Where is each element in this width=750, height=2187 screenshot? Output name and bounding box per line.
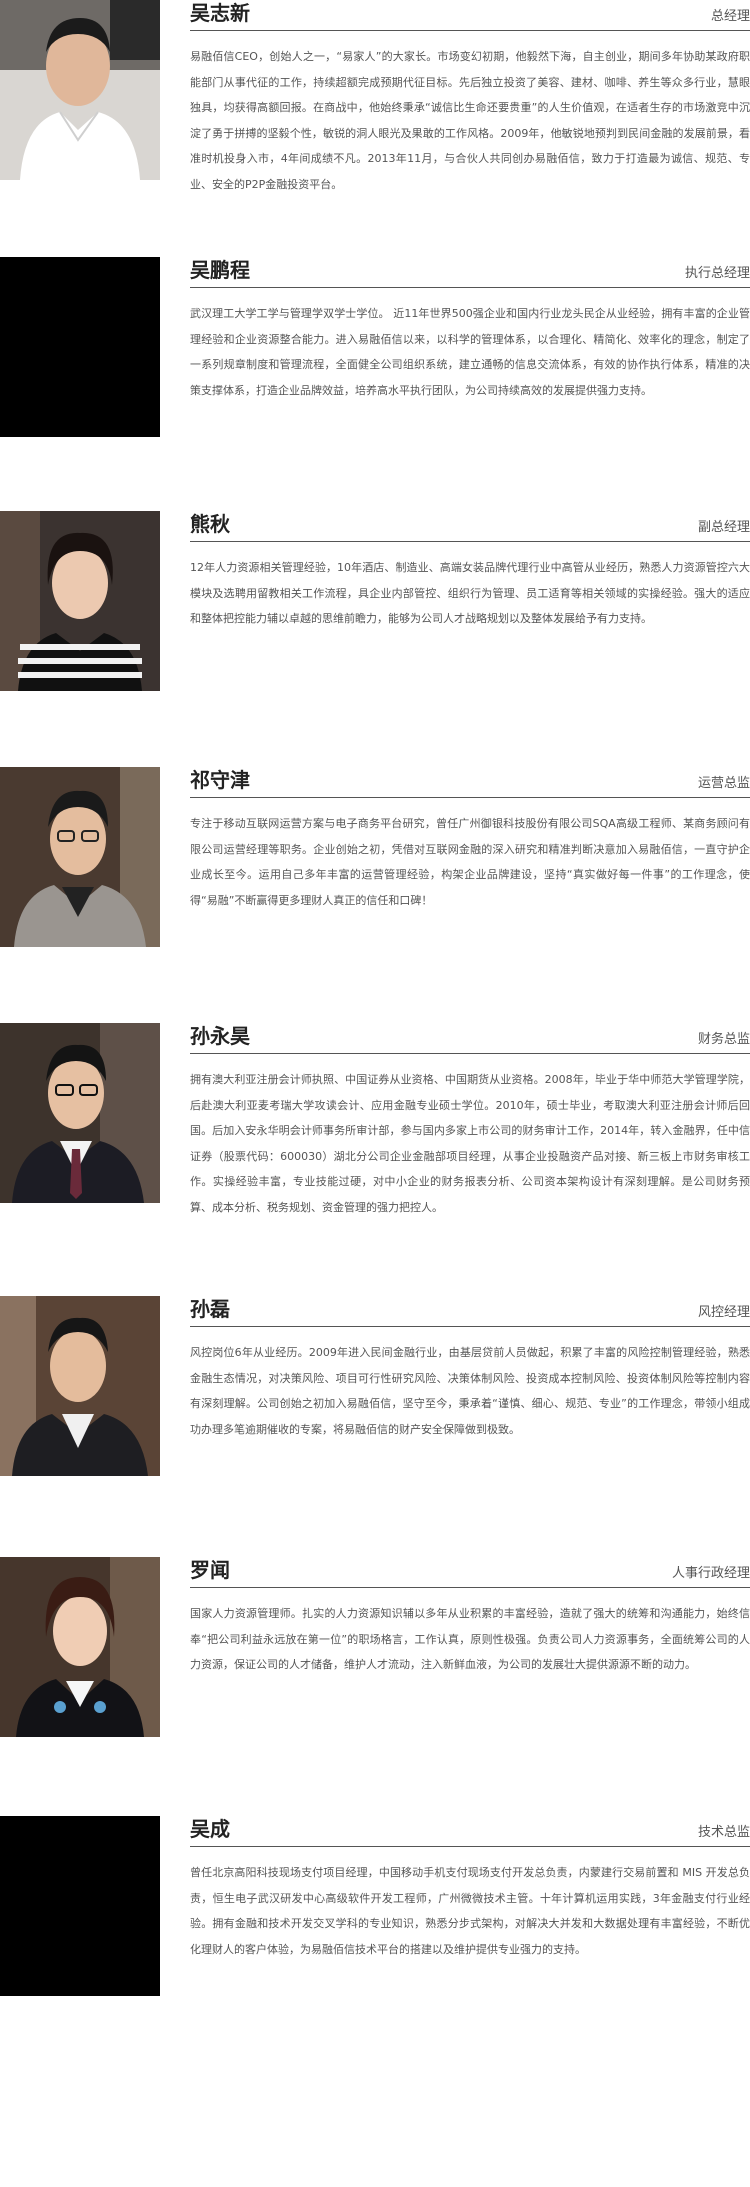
member-title: 风控经理: [697, 1305, 750, 1320]
member-bio: 拥有澳大利亚注册会计师执照、中国证券从业资格、中国期货从业资格。2008年，毕业…: [190, 1073, 750, 1214]
member-photo: [0, 511, 160, 691]
member-photo: [0, 1023, 160, 1203]
member-name: 吴成: [190, 1817, 230, 1841]
member-title: 副总经理: [697, 520, 750, 535]
member-header: 吴鹏程 执行总经理: [190, 257, 750, 288]
member-name: 吴鹏程: [190, 258, 250, 282]
member-header: 吴成 技术总监: [190, 1816, 750, 1847]
member-name: 熊秋: [190, 512, 230, 536]
member-bio: 易融佰信CEO，创始人之一，“易家人”的大家长。市场变幻初期，他毅然下海，自主创…: [190, 50, 750, 191]
member-header: 孙永昊 财务总监: [190, 1023, 750, 1054]
member-header: 孙磊 风控经理: [190, 1296, 750, 1327]
member-title: 财务总监: [697, 1032, 750, 1047]
member-photo: [0, 257, 160, 437]
member-name: 孙磊: [190, 1297, 230, 1321]
member-bio: 曾任北京高阳科技现场支付项目经理，中国移动手机支付现场支付开发总负责，内蒙建行交…: [190, 1866, 750, 1956]
member-bio: 专注于移动互联网运营方案与电子商务平台研究，曾任广州御银科技股份有限公司SQA高…: [190, 817, 750, 907]
member-header: 熊秋 副总经理: [190, 511, 750, 542]
member-name: 祁守津: [190, 768, 250, 792]
member-header: 罗闻 人事行政经理: [190, 1557, 750, 1588]
member-title: 总经理: [710, 9, 750, 24]
member-photo: [0, 1557, 160, 1737]
member-photo: [0, 0, 160, 180]
member-bio: 12年人力资源相关管理经验，10年酒店、制造业、高端女装品牌代理行业中高管从业经…: [190, 561, 750, 625]
member-photo: [0, 767, 160, 947]
member-name: 吴志新: [190, 1, 250, 25]
member-header: 祁守津 运营总监: [190, 767, 750, 798]
member-bio: 武汉理工大学工学与管理学双学士学位。 近11年世界500强企业和国内行业龙头民企…: [190, 307, 750, 397]
member-title: 执行总经理: [684, 266, 750, 281]
member-photo: [0, 1296, 160, 1476]
member-name: 罗闻: [190, 1558, 230, 1582]
member-title: 运营总监: [697, 776, 750, 791]
member-photo: [0, 1816, 160, 1996]
member-header: 吴志新 总经理: [190, 0, 750, 31]
member-name: 孙永昊: [190, 1024, 250, 1048]
member-bio: 风控岗位6年从业经历。2009年进入民间金融行业，由基层贷前人员做起，积累了丰富…: [190, 1346, 750, 1436]
member-title: 人事行政经理: [671, 1566, 750, 1581]
member-title: 技术总监: [697, 1825, 750, 1840]
member-bio: 国家人力资源管理师。扎实的人力资源知识辅以多年从业积累的丰富经验，造就了强大的统…: [190, 1607, 750, 1671]
